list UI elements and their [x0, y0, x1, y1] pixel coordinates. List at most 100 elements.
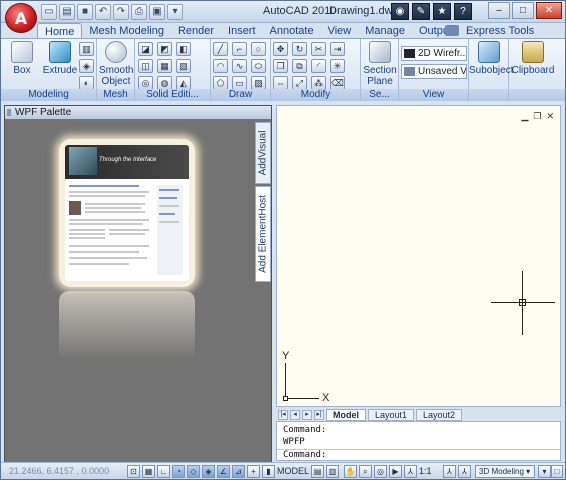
close-button[interactable]: ✕: [536, 2, 562, 19]
showmotion-icon[interactable]: ▶: [389, 465, 402, 478]
help-icon[interactable]: ?: [454, 3, 472, 20]
toolbar-lock-icon[interactable]: ▾: [538, 465, 551, 478]
panel-title-solid-editing[interactable]: Solid Editi...: [135, 89, 210, 101]
tab-home[interactable]: Home: [37, 23, 83, 39]
polygon-icon[interactable]: ⬠: [213, 76, 228, 90]
redo-icon[interactable]: ↷: [113, 4, 129, 20]
ducs-toggle-icon[interactable]: ⊿: [232, 465, 245, 478]
union-icon[interactable]: ◪: [138, 42, 153, 56]
coordinate-readout[interactable]: 21.2466, 6.4157 , 0.0000: [9, 466, 109, 476]
3dosnap-toggle-icon[interactable]: ◈: [202, 465, 215, 478]
arc-icon[interactable]: ◠: [213, 59, 228, 73]
smooth-object-button[interactable]: Smooth Object: [99, 41, 133, 87]
fillet-edge-icon[interactable]: ◍: [157, 76, 172, 90]
tab-annotate[interactable]: Annotate: [263, 23, 321, 39]
extrude-button[interactable]: Extrude: [41, 41, 79, 76]
fillet-icon[interactable]: ◜: [311, 59, 326, 73]
clipboard-button[interactable]: Clipboard: [511, 41, 555, 76]
annotation-scale-value[interactable]: 1:1: [419, 466, 432, 476]
tab-add-elementhost[interactable]: Add ElementHost: [255, 186, 271, 282]
binoculars-icon[interactable]: ◉: [391, 3, 409, 20]
palette-grip-icon[interactable]: [7, 109, 11, 116]
polysolid-icon[interactable]: ▥: [79, 42, 94, 56]
tab-model[interactable]: Model: [326, 408, 366, 421]
intersect-icon[interactable]: ◧: [176, 42, 191, 56]
panel-title-draw[interactable]: Draw: [211, 89, 270, 101]
panel-title-modeling[interactable]: Modeling: [1, 89, 96, 101]
workspace-switcher[interactable]: 3D Modeling ▾: [475, 465, 535, 478]
star-icon[interactable]: ★: [433, 3, 451, 20]
wrench-icon[interactable]: ✎: [412, 3, 430, 20]
tab-mesh-modeling[interactable]: Mesh Modeling: [82, 23, 171, 39]
panel-title-mesh[interactable]: Mesh: [97, 89, 134, 101]
tab-render[interactable]: Render: [171, 23, 221, 39]
visual-style-dropdown[interactable]: 2D Wirefr...: [401, 46, 467, 61]
presspull-icon[interactable]: ◈: [79, 59, 94, 73]
panel-title-subobject[interactable]: [469, 89, 508, 101]
osnap-toggle-icon[interactable]: ◇: [187, 465, 200, 478]
prev-tab-arrow-icon[interactable]: ◂: [290, 409, 300, 420]
revolve-icon[interactable]: ◐: [79, 76, 94, 90]
quick-view-layouts-icon[interactable]: ▤: [311, 465, 324, 478]
polyline-icon[interactable]: ⌐: [232, 42, 247, 56]
plot-icon[interactable]: ▣: [149, 4, 165, 20]
mirror-icon[interactable]: ⧉: [292, 59, 307, 73]
rectangle-icon[interactable]: ▭: [232, 76, 247, 90]
ribbon-minimize-icon[interactable]: [445, 25, 459, 36]
maximize-button[interactable]: □: [512, 2, 534, 19]
separate-icon[interactable]: ▧: [176, 59, 191, 73]
drawing-close-button[interactable]: ✕: [546, 111, 554, 122]
named-view-dropdown[interactable]: Unsaved Vie: [401, 64, 467, 79]
command-input[interactable]: Command:: [277, 449, 560, 460]
steeringwheel-icon[interactable]: ◎: [374, 465, 387, 478]
ortho-toggle-icon[interactable]: ∟: [157, 465, 170, 478]
tab-layout1[interactable]: Layout1: [368, 408, 415, 421]
last-tab-arrow-icon[interactable]: ▸|: [314, 409, 324, 420]
line-icon[interactable]: ╱: [213, 42, 228, 56]
lineweight-toggle-icon[interactable]: ▮: [262, 465, 275, 478]
zoom-icon[interactable]: ⌕: [359, 465, 372, 478]
new-icon[interactable]: ▭: [41, 4, 57, 20]
subobject-button[interactable]: Subobject: [469, 41, 513, 76]
annotation-visibility-icon[interactable]: ⅄: [443, 465, 456, 478]
pan-icon[interactable]: ✋: [344, 465, 357, 478]
ellipse-icon[interactable]: ⬭: [251, 59, 266, 73]
drawing-area[interactable]: ▁ ❐ ✕: [276, 105, 561, 407]
copy-icon[interactable]: ❐: [273, 59, 288, 73]
dyn-toggle-icon[interactable]: +: [247, 465, 260, 478]
tab-manage[interactable]: Manage: [358, 23, 412, 39]
box-button[interactable]: Box: [7, 41, 37, 76]
subtract-icon[interactable]: ◩: [157, 42, 172, 56]
minimize-button[interactable]: –: [488, 2, 510, 19]
slice-icon[interactable]: ◫: [138, 59, 153, 73]
tab-express-tools[interactable]: Express Tools: [459, 23, 541, 39]
quick-view-drawings-icon[interactable]: ▥: [326, 465, 339, 478]
annotation-scale-icon[interactable]: ⅄: [404, 465, 417, 478]
web-page-visual[interactable]: Through the Interface: [59, 139, 195, 287]
circle-icon[interactable]: ○: [251, 42, 266, 56]
section-plane-button[interactable]: Section Plane: [363, 41, 397, 87]
dropdown-icon[interactable]: ▾: [167, 4, 183, 20]
panel-title-section[interactable]: Se...: [361, 89, 398, 101]
panel-title-modify[interactable]: Modify: [271, 89, 360, 101]
hatch-icon[interactable]: ▨: [251, 76, 266, 90]
stretch-icon[interactable]: ⇔: [273, 76, 288, 90]
erase-icon[interactable]: ⌫: [330, 76, 345, 90]
model-space-label[interactable]: MODEL: [277, 466, 309, 476]
trim-icon[interactable]: ✂: [311, 42, 326, 56]
grid-toggle-icon[interactable]: ▦: [142, 465, 155, 478]
open-icon[interactable]: ▤: [59, 4, 75, 20]
otrack-toggle-icon[interactable]: ∠: [217, 465, 230, 478]
explode-icon[interactable]: ✳: [330, 59, 345, 73]
print-icon[interactable]: ⎙: [131, 4, 147, 20]
array-icon[interactable]: ⁂: [311, 76, 326, 90]
taper-faces-icon[interactable]: ◭: [176, 76, 191, 90]
next-tab-arrow-icon[interactable]: ▸: [302, 409, 312, 420]
tab-addvisual[interactable]: AddVisual: [255, 122, 271, 184]
imprint-icon[interactable]: ▦: [157, 59, 172, 73]
spline-icon[interactable]: ∿: [232, 59, 247, 73]
polar-toggle-icon[interactable]: ◔: [172, 465, 185, 478]
panel-title-clipboard[interactable]: [509, 89, 565, 101]
snap-toggle-icon[interactable]: ⊡: [127, 465, 140, 478]
undo-icon[interactable]: ↶: [95, 4, 111, 20]
